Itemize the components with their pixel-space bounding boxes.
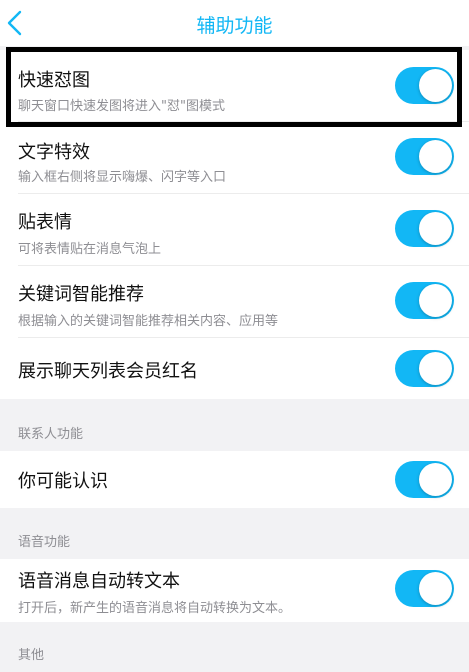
- setting-row-voice-to-text: 语音消息自动转文本 打开后，新产生的语音消息将自动转换为文本。: [0, 559, 469, 622]
- section-header-contacts: 联系人功能: [0, 409, 469, 451]
- toggle-knob: [419, 140, 452, 173]
- setting-subtitle: 根据输入的关键词智能推荐相关内容、应用等: [18, 314, 279, 329]
- toggle-knob: [419, 352, 452, 385]
- toggle-knob: [419, 572, 452, 605]
- setting-subtitle: 输入框右侧将显示嗨爆、闪字等入口: [18, 170, 227, 185]
- section-label: 其他: [18, 648, 45, 663]
- settings-group-chat: 快速怼图 聊天窗口快速发图将进入"怼"图模式 文字特效 输入框右侧将显示嗨爆、闪…: [0, 50, 469, 399]
- toggle-knob: [419, 212, 452, 245]
- settings-group-contacts: 你可能认识: [0, 451, 469, 508]
- section-label: 联系人功能: [18, 427, 84, 442]
- setting-title: 贴表情: [18, 212, 72, 233]
- toggle-knob: [419, 69, 452, 102]
- setting-subtitle: 聊天窗口快速发图将进入"怼"图模式: [18, 99, 225, 114]
- setting-row-vip-red-name: 展示聊天列表会员红名: [0, 337, 469, 399]
- setting-row-quick-image: 快速怼图 聊天窗口快速发图将进入"怼"图模式: [0, 50, 469, 121]
- setting-subtitle: 可将表情贴在消息气泡上: [18, 242, 162, 257]
- setting-title: 语音消息自动转文本: [18, 571, 180, 592]
- setting-title: 你可能认识: [18, 471, 108, 492]
- setting-title: 文字特效: [18, 142, 90, 163]
- keyword-recommend-toggle[interactable]: [395, 282, 454, 319]
- setting-row-sticker: 贴表情 可将表情贴在消息气泡上: [0, 193, 469, 265]
- voice-to-text-toggle[interactable]: [395, 570, 454, 607]
- setting-row-text-effects: 文字特效 输入框右侧将显示嗨爆、闪字等入口: [0, 121, 469, 193]
- section-header-voice: 语音功能: [0, 517, 469, 559]
- setting-title: 关键词智能推荐: [18, 284, 144, 305]
- section-label: 语音功能: [18, 535, 71, 550]
- setting-subtitle: 打开后，新产生的语音消息将自动转换为文本。: [18, 601, 292, 616]
- vip-red-name-toggle[interactable]: [395, 350, 454, 387]
- setting-title: 快速怼图: [18, 70, 90, 91]
- page-title: 辅助功能: [196, 15, 273, 37]
- setting-title: 展示聊天列表会员红名: [18, 361, 198, 382]
- people-you-may-know-toggle[interactable]: [395, 461, 454, 498]
- toggle-knob: [419, 284, 452, 317]
- navigation-bar: 辅助功能: [0, 0, 469, 46]
- toggle-knob: [419, 463, 452, 496]
- section-header-other: 其他: [0, 630, 469, 672]
- quick-image-toggle[interactable]: [395, 67, 454, 104]
- text-effects-toggle[interactable]: [395, 138, 454, 175]
- setting-row-keyword-recommend: 关键词智能推荐 根据输入的关键词智能推荐相关内容、应用等: [0, 265, 469, 337]
- setting-row-people-you-may-know: 你可能认识: [0, 451, 469, 508]
- settings-group-voice: 语音消息自动转文本 打开后，新产生的语音消息将自动转换为文本。: [0, 559, 469, 622]
- sticker-toggle[interactable]: [395, 210, 454, 247]
